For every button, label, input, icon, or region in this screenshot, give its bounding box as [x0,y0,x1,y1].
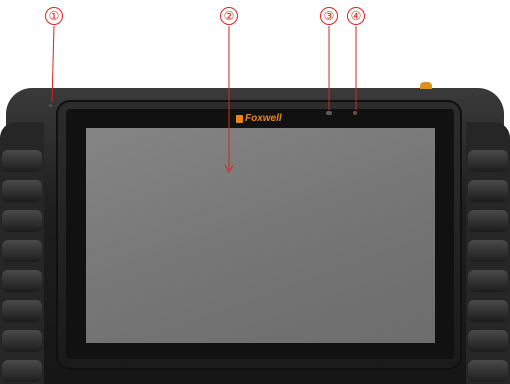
callout-1: ① [45,7,63,25]
device-illustration: Foxwell ① ② ③ ④ [0,0,510,384]
callout-4: ④ [347,7,365,25]
callout-line-1 [51,25,55,103]
callout-leader-lines [51,25,357,174]
callout-2: ② [220,7,238,25]
callout-3: ③ [320,7,338,25]
